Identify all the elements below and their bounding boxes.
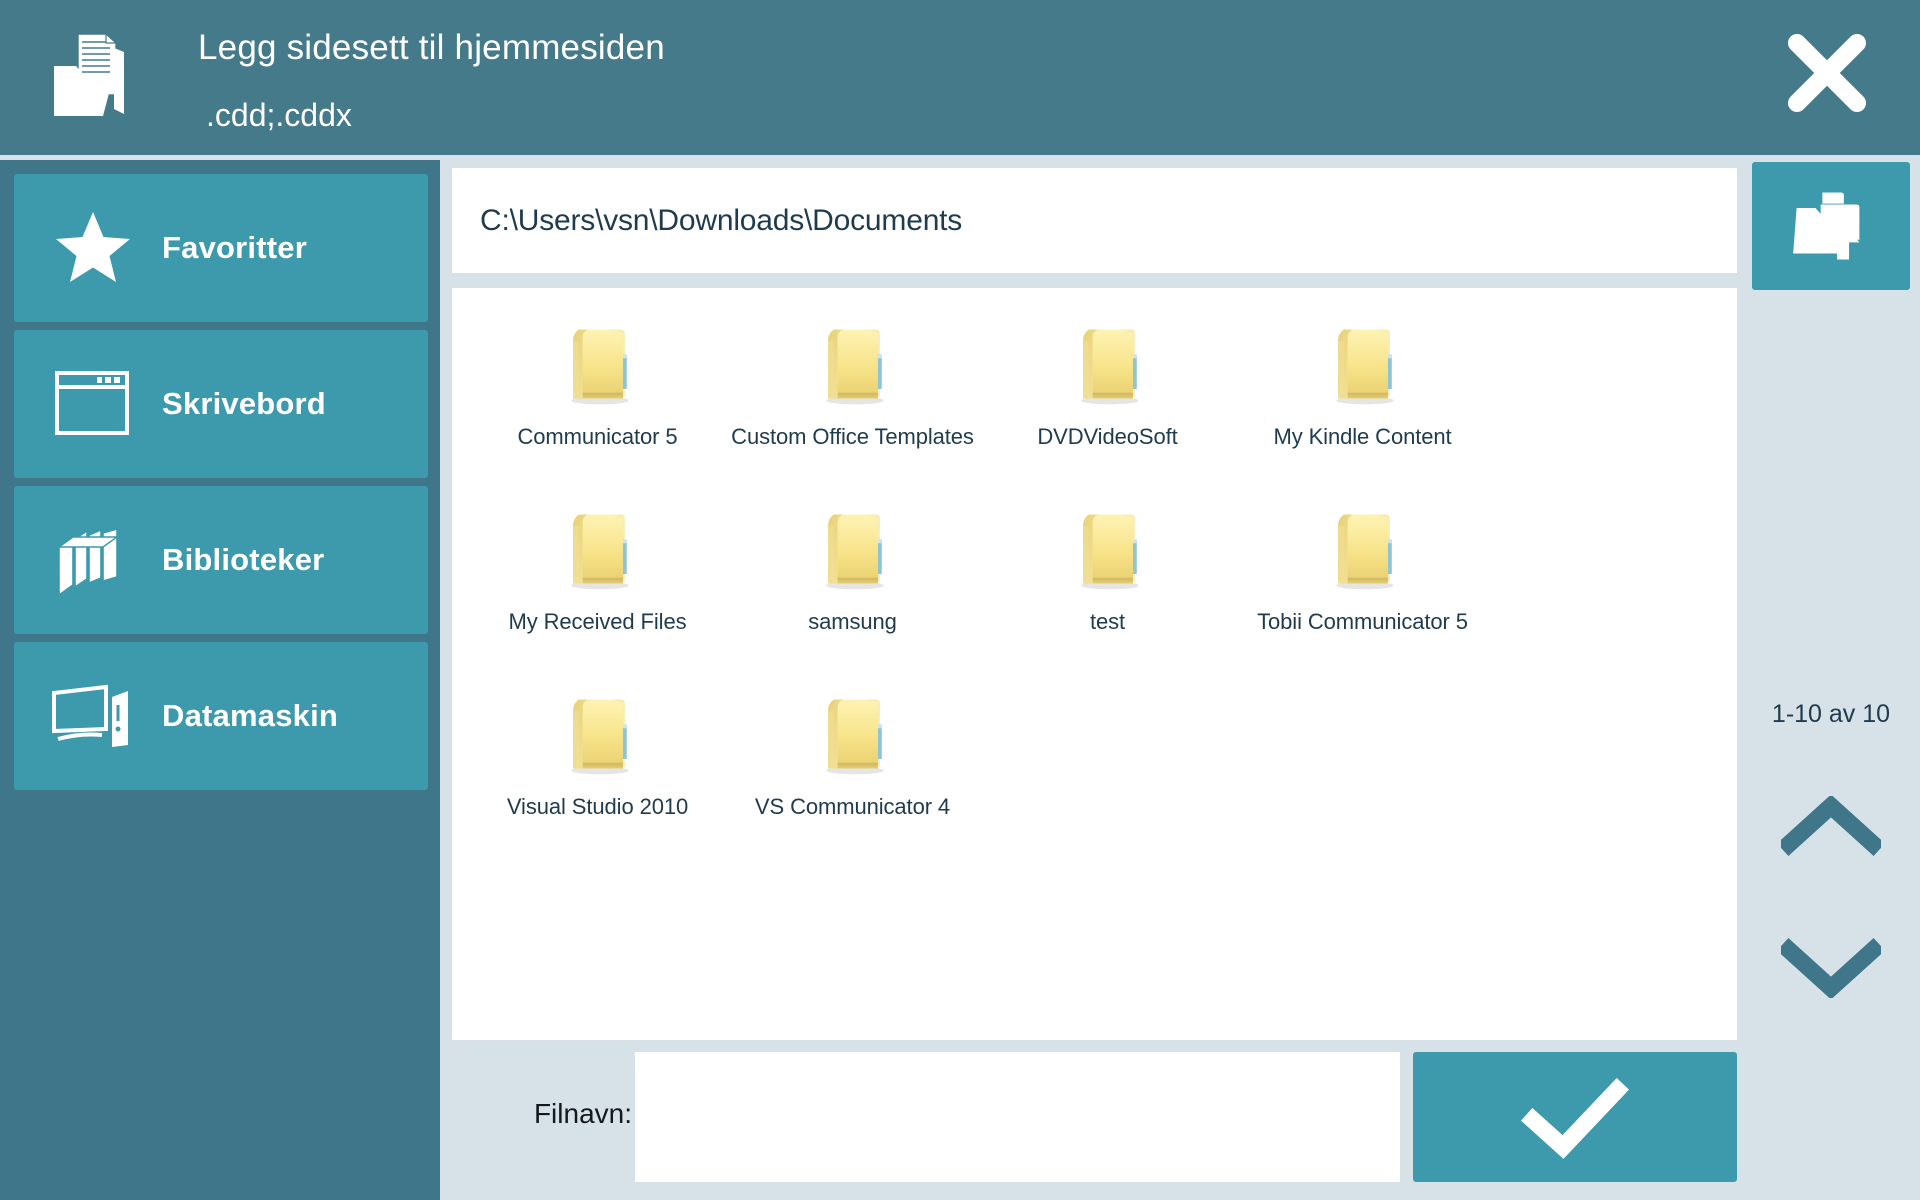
parent-folder-button[interactable] <box>1752 162 1910 290</box>
sidebar-item-label: Biblioteker <box>162 542 325 577</box>
scroll-up-button[interactable] <box>1752 778 1910 874</box>
folder-icon <box>825 329 884 405</box>
close-button[interactable] <box>1772 18 1882 128</box>
open-folder-documents-icon <box>48 28 138 120</box>
path-bar[interactable]: C:\Users\vsn\Downloads\Documents <box>452 168 1737 273</box>
file-grid-item[interactable]: My Received Files <box>470 495 725 680</box>
folder-icon <box>825 514 884 590</box>
filename-input[interactable] <box>635 1052 1400 1182</box>
close-icon <box>1788 34 1866 112</box>
file-grid-item[interactable]: Custom Office Templates <box>725 310 980 495</box>
books-icon <box>50 522 136 598</box>
file-item-label: Tobii Communicator 5 <box>1257 609 1468 634</box>
file-grid-item[interactable]: Communicator 5 <box>470 310 725 495</box>
star-icon <box>50 210 136 286</box>
file-picker-dialog: Legg sidesett til hjemmesiden .cdd;.cddx… <box>0 0 1920 1200</box>
file-grid: Communicator 5 Custom Office Templates D… <box>452 288 1737 865</box>
chevron-down-icon <box>1781 938 1881 998</box>
folder-icon <box>570 514 629 590</box>
dialog-header: Legg sidesett til hjemmesiden .cdd;.cddx <box>0 0 1920 155</box>
file-item-label: test <box>1089 609 1126 634</box>
file-grid-item[interactable]: Visual Studio 2010 <box>470 680 725 865</box>
sidebar-item-biblioteker[interactable]: Biblioteker <box>14 486 428 634</box>
filename-label: Filnavn: <box>533 1098 632 1129</box>
file-grid-item[interactable]: DVDVideoSoft <box>980 310 1235 495</box>
sidebar: Favoritter Skrivebord Biblioteker Datama… <box>0 160 440 1200</box>
file-list-pane: Communicator 5 Custom Office Templates D… <box>452 288 1737 1040</box>
file-item-label: Visual Studio 2010 <box>506 794 689 819</box>
header-text-block: Legg sidesett til hjemmesiden .cdd;.cddx <box>198 26 1598 136</box>
window-icon <box>50 366 136 442</box>
file-item-label: samsung <box>808 609 897 634</box>
file-item-label: VS Communicator 4 <box>754 794 951 819</box>
sidebar-item-label: Skrivebord <box>162 386 326 421</box>
current-path: C:\Users\vsn\Downloads\Documents <box>480 203 963 237</box>
file-item-label: My Kindle Content <box>1273 424 1452 449</box>
file-item-label: DVDVideoSoft <box>1037 424 1178 449</box>
file-grid-item[interactable]: My Kindle Content <box>1235 310 1490 495</box>
file-grid-item[interactable]: test <box>980 495 1235 680</box>
folder-icon <box>825 699 884 775</box>
chevron-up-icon <box>1781 796 1881 856</box>
folder-icon <box>1335 514 1394 590</box>
sidebar-item-label: Favoritter <box>162 230 307 265</box>
folder-icon <box>1335 329 1394 405</box>
file-item-label: Custom Office Templates <box>731 424 974 449</box>
file-grid-item[interactable]: VS Communicator 4 <box>725 680 980 865</box>
sidebar-item-datamaskin[interactable]: Datamaskin <box>14 642 428 790</box>
pagination-count: 1-10 av 10 <box>1771 700 1891 728</box>
checkmark-icon <box>1520 1077 1630 1159</box>
folder-icon <box>1080 329 1139 405</box>
dialog-title: Legg sidesett til hjemmesiden <box>198 28 665 67</box>
computer-icon <box>50 678 136 754</box>
sidebar-item-skrivebord[interactable]: Skrivebord <box>14 330 428 478</box>
sidebar-item-label: Datamaskin <box>162 698 339 733</box>
folder-icon <box>570 329 629 405</box>
file-item-label: My Received Files <box>508 609 687 634</box>
folder-up-icon <box>1793 192 1860 260</box>
scroll-down-button[interactable] <box>1752 920 1910 1016</box>
folder-icon <box>570 699 629 775</box>
file-grid-item[interactable]: samsung <box>725 495 980 680</box>
file-item-label: Communicator 5 <box>517 424 678 449</box>
sidebar-item-favoritter[interactable]: Favoritter <box>14 174 428 322</box>
folder-icon <box>1080 514 1139 590</box>
confirm-button[interactable] <box>1413 1052 1737 1182</box>
dialog-file-extensions: .cdd;.cddx <box>206 97 352 133</box>
file-grid-item[interactable]: Tobii Communicator 5 <box>1235 495 1490 680</box>
